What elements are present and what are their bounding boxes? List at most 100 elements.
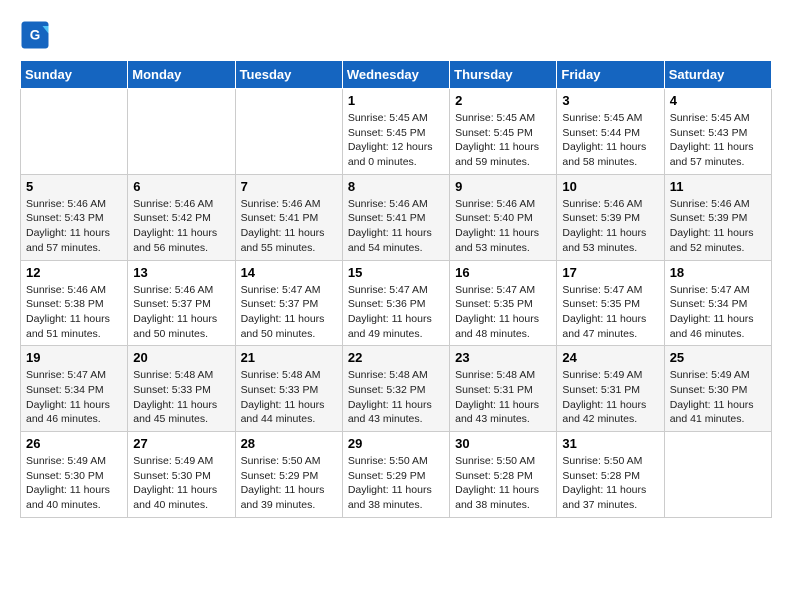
calendar-cell: 16 Sunrise: 5:47 AM Sunset: 5:35 PM Dayli… [450,260,557,346]
calendar-table: SundayMondayTuesdayWednesdayThursdayFrid… [20,60,772,518]
day-info: Sunrise: 5:50 AM Sunset: 5:28 PM Dayligh… [562,454,658,513]
calendar-cell: 30 Sunrise: 5:50 AM Sunset: 5:28 PM Dayli… [450,432,557,518]
day-number: 16 [455,265,551,280]
calendar-cell: 27 Sunrise: 5:49 AM Sunset: 5:30 PM Dayli… [128,432,235,518]
calendar-cell [664,432,771,518]
day-number: 30 [455,436,551,451]
calendar-cell: 29 Sunrise: 5:50 AM Sunset: 5:29 PM Dayli… [342,432,449,518]
day-info: Sunrise: 5:46 AM Sunset: 5:38 PM Dayligh… [26,283,122,342]
day-number: 23 [455,350,551,365]
calendar-cell: 12 Sunrise: 5:46 AM Sunset: 5:38 PM Dayli… [21,260,128,346]
day-number: 14 [241,265,337,280]
day-info: Sunrise: 5:46 AM Sunset: 5:39 PM Dayligh… [670,197,766,256]
day-number: 20 [133,350,229,365]
calendar-cell: 8 Sunrise: 5:46 AM Sunset: 5:41 PM Daylig… [342,174,449,260]
day-number: 27 [133,436,229,451]
logo-icon: G [20,20,50,50]
day-info: Sunrise: 5:46 AM Sunset: 5:39 PM Dayligh… [562,197,658,256]
day-info: Sunrise: 5:48 AM Sunset: 5:33 PM Dayligh… [241,368,337,427]
weekday-saturday: Saturday [664,61,771,89]
calendar-week-5: 26 Sunrise: 5:49 AM Sunset: 5:30 PM Dayli… [21,432,772,518]
weekday-thursday: Thursday [450,61,557,89]
day-number: 17 [562,265,658,280]
day-info: Sunrise: 5:49 AM Sunset: 5:30 PM Dayligh… [26,454,122,513]
day-number: 28 [241,436,337,451]
weekday-header-row: SundayMondayTuesdayWednesdayThursdayFrid… [21,61,772,89]
calendar-week-2: 5 Sunrise: 5:46 AM Sunset: 5:43 PM Daylig… [21,174,772,260]
calendar-week-1: 1 Sunrise: 5:45 AM Sunset: 5:45 PM Daylig… [21,89,772,175]
day-info: Sunrise: 5:45 AM Sunset: 5:45 PM Dayligh… [455,111,551,170]
day-info: Sunrise: 5:50 AM Sunset: 5:29 PM Dayligh… [241,454,337,513]
svg-text:G: G [30,28,41,43]
day-number: 3 [562,93,658,108]
calendar-cell: 24 Sunrise: 5:49 AM Sunset: 5:31 PM Dayli… [557,346,664,432]
day-number: 7 [241,179,337,194]
day-number: 10 [562,179,658,194]
weekday-wednesday: Wednesday [342,61,449,89]
day-number: 12 [26,265,122,280]
calendar-cell: 17 Sunrise: 5:47 AM Sunset: 5:35 PM Dayli… [557,260,664,346]
day-info: Sunrise: 5:47 AM Sunset: 5:35 PM Dayligh… [562,283,658,342]
calendar-cell: 23 Sunrise: 5:48 AM Sunset: 5:31 PM Dayli… [450,346,557,432]
calendar-cell: 4Sunrise: 5:45 AM Sunset: 5:43 PM Daylig… [664,89,771,175]
calendar-cell: 7 Sunrise: 5:46 AM Sunset: 5:41 PM Daylig… [235,174,342,260]
day-number: 18 [670,265,766,280]
day-info: Sunrise: 5:49 AM Sunset: 5:30 PM Dayligh… [133,454,229,513]
day-info: Sunrise: 5:48 AM Sunset: 5:33 PM Dayligh… [133,368,229,427]
day-number: 6 [133,179,229,194]
calendar-cell: 14 Sunrise: 5:47 AM Sunset: 5:37 PM Dayli… [235,260,342,346]
day-number: 24 [562,350,658,365]
day-info: Sunrise: 5:46 AM Sunset: 5:41 PM Dayligh… [241,197,337,256]
calendar-cell: 28 Sunrise: 5:50 AM Sunset: 5:29 PM Dayli… [235,432,342,518]
day-info: Sunrise: 5:49 AM Sunset: 5:31 PM Dayligh… [562,368,658,427]
calendar-cell [235,89,342,175]
calendar-cell: 19 Sunrise: 5:47 AM Sunset: 5:34 PM Dayli… [21,346,128,432]
weekday-tuesday: Tuesday [235,61,342,89]
calendar-cell: 10 Sunrise: 5:46 AM Sunset: 5:39 PM Dayli… [557,174,664,260]
day-number: 11 [670,179,766,194]
calendar-cell: 18 Sunrise: 5:47 AM Sunset: 5:34 PM Dayli… [664,260,771,346]
day-info: Sunrise: 5:48 AM Sunset: 5:32 PM Dayligh… [348,368,444,427]
day-info: Sunrise: 5:47 AM Sunset: 5:37 PM Dayligh… [241,283,337,342]
weekday-sunday: Sunday [21,61,128,89]
day-info: Sunrise: 5:50 AM Sunset: 5:29 PM Dayligh… [348,454,444,513]
day-number: 25 [670,350,766,365]
day-info: Sunrise: 5:45 AM Sunset: 5:45 PM Dayligh… [348,111,444,170]
day-number: 1 [348,93,444,108]
day-number: 22 [348,350,444,365]
day-number: 21 [241,350,337,365]
day-info: Sunrise: 5:46 AM Sunset: 5:43 PM Dayligh… [26,197,122,256]
day-info: Sunrise: 5:46 AM Sunset: 5:42 PM Dayligh… [133,197,229,256]
day-number: 9 [455,179,551,194]
day-number: 8 [348,179,444,194]
day-info: Sunrise: 5:48 AM Sunset: 5:31 PM Dayligh… [455,368,551,427]
calendar-cell [21,89,128,175]
calendar-cell: 5 Sunrise: 5:46 AM Sunset: 5:43 PM Daylig… [21,174,128,260]
calendar-cell [128,89,235,175]
weekday-monday: Monday [128,61,235,89]
calendar-week-4: 19 Sunrise: 5:47 AM Sunset: 5:34 PM Dayli… [21,346,772,432]
day-number: 26 [26,436,122,451]
calendar-cell: 21 Sunrise: 5:48 AM Sunset: 5:33 PM Dayli… [235,346,342,432]
day-number: 19 [26,350,122,365]
day-info: Sunrise: 5:49 AM Sunset: 5:30 PM Dayligh… [670,368,766,427]
calendar-cell: 25 Sunrise: 5:49 AM Sunset: 5:30 PM Dayli… [664,346,771,432]
day-number: 2 [455,93,551,108]
day-number: 15 [348,265,444,280]
calendar-cell: 1 Sunrise: 5:45 AM Sunset: 5:45 PM Daylig… [342,89,449,175]
calendar-cell: 11 Sunrise: 5:46 AM Sunset: 5:39 PM Dayli… [664,174,771,260]
day-info: Sunrise: 5:47 AM Sunset: 5:34 PM Dayligh… [670,283,766,342]
day-number: 29 [348,436,444,451]
calendar-cell: 2 Sunrise: 5:45 AM Sunset: 5:45 PM Daylig… [450,89,557,175]
day-number: 13 [133,265,229,280]
day-number: 4 [670,93,766,108]
day-info: Sunrise: 5:50 AM Sunset: 5:28 PM Dayligh… [455,454,551,513]
logo: G [20,20,54,50]
day-info: Sunrise: 5:47 AM Sunset: 5:35 PM Dayligh… [455,283,551,342]
day-info: Sunrise: 5:46 AM Sunset: 5:41 PM Dayligh… [348,197,444,256]
day-info: Sunrise: 5:47 AM Sunset: 5:34 PM Dayligh… [26,368,122,427]
day-number: 5 [26,179,122,194]
day-number: 31 [562,436,658,451]
calendar-cell: 6 Sunrise: 5:46 AM Sunset: 5:42 PM Daylig… [128,174,235,260]
calendar-body: 1 Sunrise: 5:45 AM Sunset: 5:45 PM Daylig… [21,89,772,518]
